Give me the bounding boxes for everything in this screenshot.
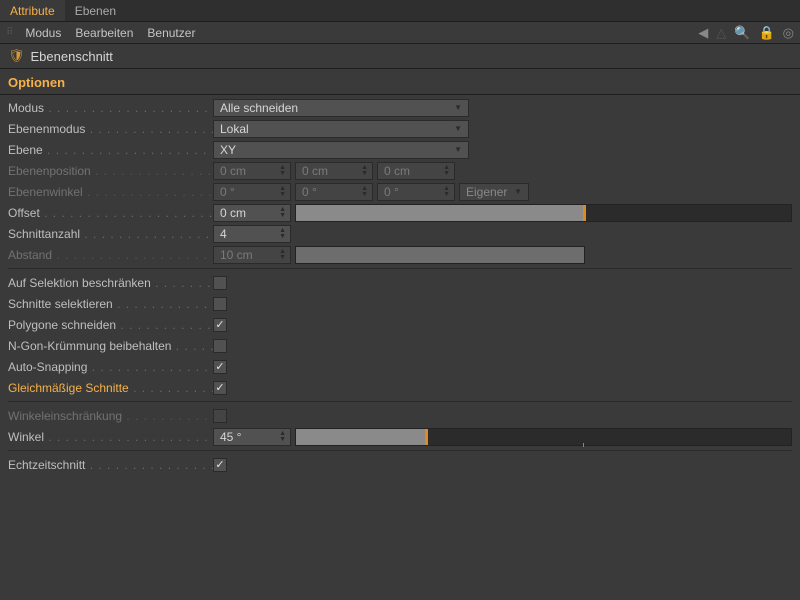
row-ebenenwinkel: Ebenenwinkel 0 °▲▼ 0 °▲▼ 0 °▲▼ Eigener ▼ [0,181,800,202]
slider-offset[interactable] [295,204,792,222]
lock-icon[interactable]: 🔒 [758,25,774,41]
row-ebenenposition: Ebenenposition 0 cm▲▼ 0 cm▲▼ 0 cm▲▼ [0,160,800,181]
input-offset[interactable]: 0 cm▲▼ [213,204,291,222]
shield-icon: 🛡 [8,48,25,64]
row-polygone-schneiden: Polygone schneiden ✓ [0,314,800,335]
chevron-down-icon: ▼ [514,187,522,196]
label-modus: Modus [8,101,213,115]
arrow-up-icon[interactable]: △ [716,25,726,41]
input-ebenenwinkel-y[interactable]: 0 °▲▼ [295,183,373,201]
dropdown-modus[interactable]: Alle schneiden ▼ [213,99,469,117]
chevron-down-icon: ▼ [454,124,462,133]
checkbox-gleichmaessig[interactable]: ✓ [213,381,227,395]
checkbox-winkeleinschraenkung[interactable] [213,409,227,423]
input-ebenenposition-y[interactable]: 0 cm▲▼ [295,162,373,180]
row-auf-selektion: Auf Selektion beschränken [0,272,800,293]
row-ebenenmodus: Ebenenmodus Lokal ▼ [0,118,800,139]
dropdown-ebene[interactable]: XY ▼ [213,141,469,159]
arrow-left-icon[interactable]: ◀ [698,25,708,41]
label-offset: Offset [8,206,213,220]
row-ebene: Ebene XY ▼ [0,139,800,160]
input-ebenenposition-z[interactable]: 0 cm▲▼ [377,162,455,180]
dropdown-ebenenmodus-value: Lokal [220,122,249,136]
row-ngon: N-Gon-Krümmung beibehalten [0,335,800,356]
dropdown-ebenenwinkel-mode[interactable]: Eigener ▼ [459,183,529,201]
checkbox-polygone-schneiden[interactable]: ✓ [213,318,227,332]
input-winkel[interactable]: 45 °▲▼ [213,428,291,446]
tab-attribute[interactable]: Attribute [0,0,65,21]
label-polygone-schneiden: Polygone schneiden [8,318,213,332]
row-winkeleinschraenkung: Winkeleinschränkung [0,405,800,426]
top-tabs: Attribute Ebenen [0,0,800,22]
dropdown-ebenenmodus[interactable]: Lokal ▼ [213,120,469,138]
stepper-icon: ▲▼ [361,186,368,198]
label-auto-snapping: Auto-Snapping [8,360,213,374]
label-winkeleinschraenkung: Winkeleinschränkung [8,409,213,423]
section-heading: Optionen [0,69,800,94]
menu-benutzer[interactable]: Benutzer [147,26,195,40]
label-ngon: N-Gon-Krümmung beibehalten [8,339,213,353]
row-schnitte-selektieren: Schnitte selektieren [0,293,800,314]
label-gleichmaessig: Gleichmäßige Schnitte [8,381,213,395]
toolbar-right: ◀ △ 🔍 🔒 ◎ [698,25,794,41]
input-ebenenposition-x[interactable]: 0 cm▲▼ [213,162,291,180]
search-icon[interactable]: 🔍 [734,25,750,41]
stepper-icon: ▲▼ [279,207,286,219]
label-abstand: Abstand [8,248,213,262]
menu-bearbeiten[interactable]: Bearbeiten [75,26,133,40]
row-echtzeitschnitt: Echtzeitschnitt ✓ [0,454,800,475]
row-abstand: Abstand 10 cm▲▼ [0,244,800,265]
label-ebenenwinkel: Ebenenwinkel [8,185,213,199]
row-gleichmaessig: Gleichmäßige Schnitte ✓ [0,377,800,398]
stepper-icon: ▲▼ [443,186,450,198]
menubar: ⠿ Modus Bearbeiten Benutzer ◀ △ 🔍 🔒 ◎ [0,22,800,44]
stepper-icon: ▲▼ [279,249,286,261]
menu-modus[interactable]: Modus [25,26,61,40]
object-title: Ebenenschnitt [31,49,113,64]
row-winkel: Winkel 45 °▲▼ [0,426,800,447]
label-winkel: Winkel [8,430,213,444]
checkbox-echtzeitschnitt[interactable]: ✓ [213,458,227,472]
stepper-icon: ▲▼ [279,165,286,177]
stepper-icon: ▲▼ [279,228,286,240]
dropdown-ebene-value: XY [220,143,236,157]
label-ebenenmodus: Ebenenmodus [8,122,213,136]
checkbox-schnitte-selektieren[interactable] [213,297,227,311]
label-auf-selektion: Auf Selektion beschränken [8,276,213,290]
object-title-bar: 🛡 Ebenenschnitt [0,44,800,68]
checkbox-auto-snapping[interactable]: ✓ [213,360,227,374]
tab-ebenen[interactable]: Ebenen [65,0,126,21]
target-icon[interactable]: ◎ [783,25,794,41]
grip-icon: ⠿ [6,27,11,38]
row-offset: Offset 0 cm▲▼ [0,202,800,223]
dropdown-modus-value: Alle schneiden [220,101,298,115]
label-echtzeitschnitt: Echtzeitschnitt [8,458,213,472]
stepper-icon: ▲▼ [279,431,286,443]
chevron-down-icon: ▼ [454,145,462,154]
stepper-icon: ▲▼ [279,186,286,198]
label-ebenenposition: Ebenenposition [8,164,213,178]
input-ebenenwinkel-z[interactable]: 0 °▲▼ [377,183,455,201]
slider-abstand[interactable] [295,246,585,264]
input-abstand[interactable]: 10 cm▲▼ [213,246,291,264]
stepper-icon: ▲▼ [361,165,368,177]
input-schnittanzahl[interactable]: 4▲▼ [213,225,291,243]
checkbox-auf-selektion[interactable] [213,276,227,290]
stepper-icon: ▲▼ [443,165,450,177]
slider-winkel[interactable] [295,428,792,446]
row-modus: Modus Alle schneiden ▼ [0,97,800,118]
checkbox-ngon[interactable] [213,339,227,353]
label-ebene: Ebene [8,143,213,157]
row-schnittanzahl: Schnittanzahl 4▲▼ [0,223,800,244]
label-schnittanzahl: Schnittanzahl [8,227,213,241]
options-panel: Modus Alle schneiden ▼ Ebenenmodus Lokal… [0,95,800,479]
input-ebenenwinkel-x[interactable]: 0 °▲▼ [213,183,291,201]
label-schnitte-selektieren: Schnitte selektieren [8,297,213,311]
chevron-down-icon: ▼ [454,103,462,112]
row-auto-snapping: Auto-Snapping ✓ [0,356,800,377]
